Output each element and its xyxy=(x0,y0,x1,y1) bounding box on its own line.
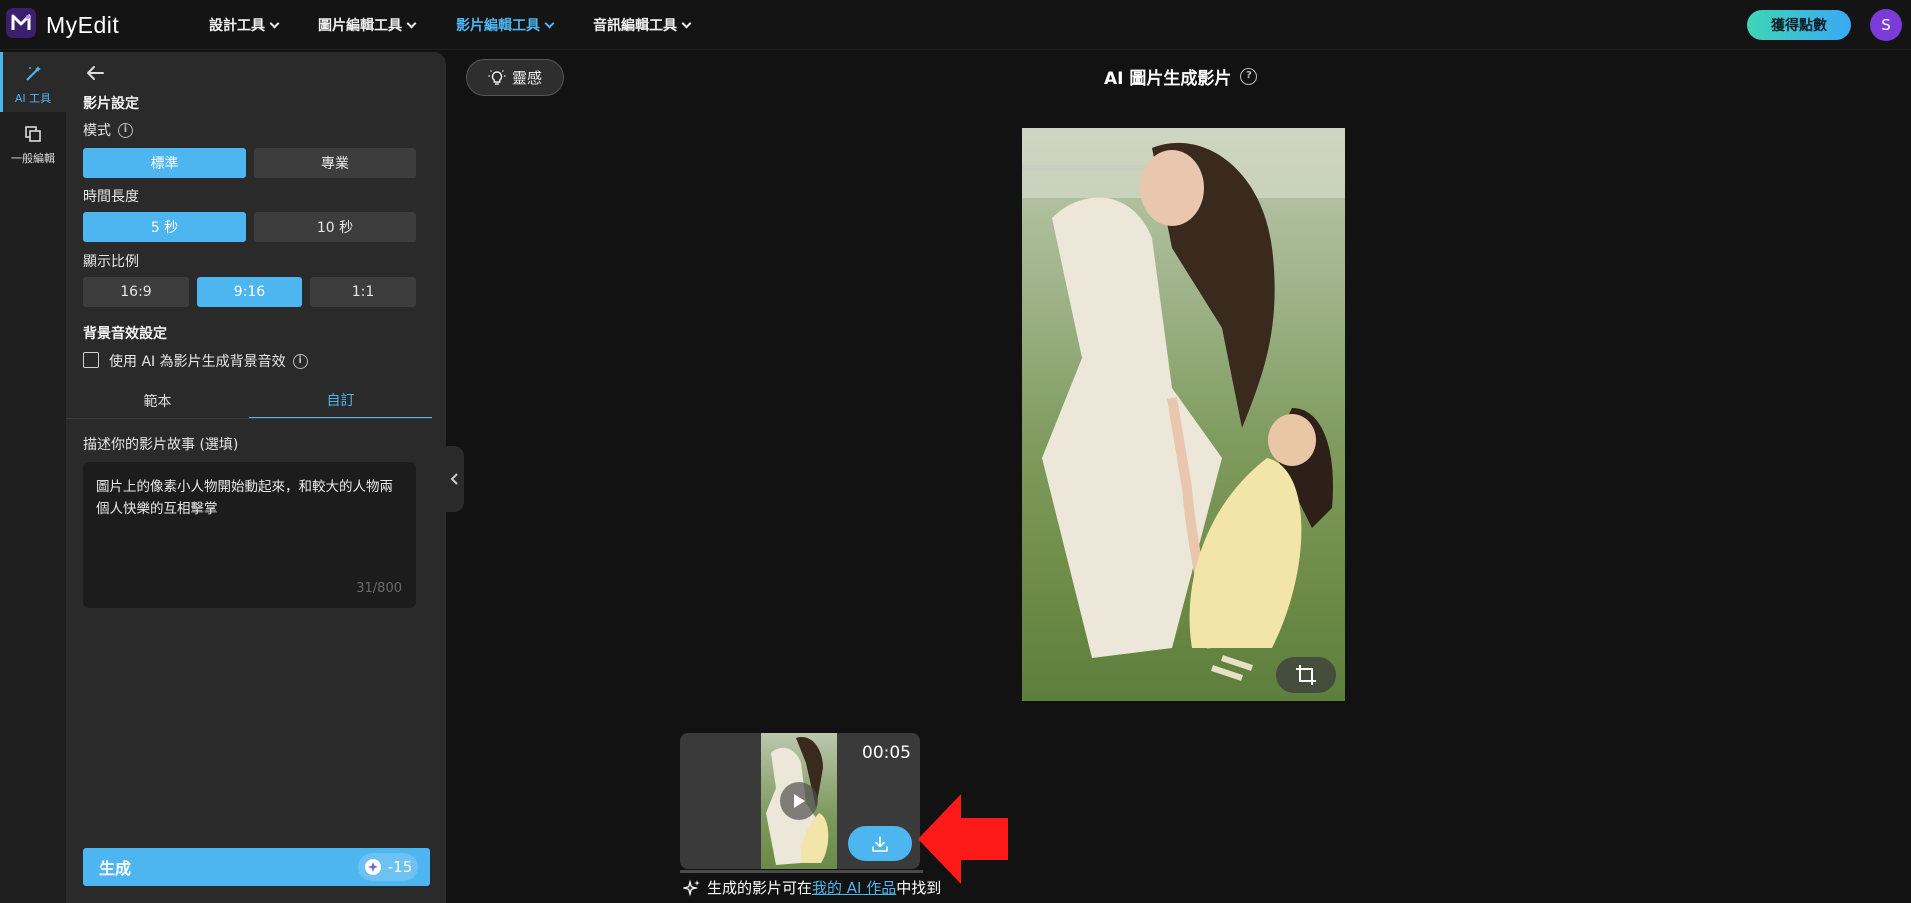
top-bar: MyEdit 設計工具 圖片編輯工具 影片編輯工具 音訊編輯工具 獲得點數 S xyxy=(0,0,1911,50)
chevron-down-icon xyxy=(406,18,417,28)
hint-text: 生成的影片可在我的 AI 作品中找到 xyxy=(683,877,941,898)
info-icon[interactable]: i xyxy=(118,122,133,138)
chevron-down-icon xyxy=(681,18,692,28)
tab-custom[interactable]: 自訂 xyxy=(249,383,432,419)
lightbulb-icon xyxy=(488,69,506,85)
red-arrow-annotation xyxy=(918,794,1008,884)
credit-cost-value: -15 xyxy=(387,858,413,876)
bgm-checkbox-label[interactable]: 使用 AI 為影片生成背景音效 xyxy=(109,351,286,371)
mode-label-row: 模式 i xyxy=(83,120,133,140)
crop-icon xyxy=(1296,665,1316,685)
tab-divider xyxy=(66,418,432,419)
mode-option-standard[interactable]: 標準 xyxy=(83,148,246,178)
duration-option-5s[interactable]: 5 秒 xyxy=(83,212,246,242)
logo-text[interactable]: MyEdit xyxy=(46,12,119,39)
download-icon xyxy=(872,835,888,852)
tool-rail: AI 工具 一般編輯 xyxy=(0,52,66,903)
nav-video-tools[interactable]: 影片編輯工具 xyxy=(456,15,555,35)
rail-item-ai-tools[interactable]: AI 工具 xyxy=(0,52,66,112)
layers-icon xyxy=(25,126,41,142)
get-points-button[interactable]: 獲得點數 xyxy=(1747,10,1851,40)
magic-wand-icon xyxy=(26,66,41,81)
ratio-label: 顯示比例 xyxy=(83,254,139,270)
nav-audio-tools[interactable]: 音訊編輯工具 xyxy=(593,15,692,35)
mode-label: 模式 xyxy=(83,123,111,139)
credit-icon xyxy=(364,859,381,875)
play-button[interactable] xyxy=(780,782,818,820)
story-textarea[interactable]: 圖片上的像素小人物開始動起來，和較大的人物兩個人快樂的互相擊掌 31/800 xyxy=(83,462,416,608)
play-icon xyxy=(794,794,805,808)
image-preview xyxy=(1022,128,1345,701)
generate-button[interactable]: 生成 -15 xyxy=(83,848,430,886)
story-label: 描述你的影片故事 (選填) xyxy=(83,437,239,453)
story-text: 圖片上的像素小人物開始動起來，和較大的人物兩個人快樂的互相擊掌 xyxy=(96,479,393,517)
logo-icon[interactable] xyxy=(6,8,36,38)
nav-image-tools[interactable]: 圖片編輯工具 xyxy=(318,15,417,35)
info-icon[interactable]: i xyxy=(292,353,308,369)
page-title-text: AI 圖片生成影片 xyxy=(1104,69,1232,89)
duration-label: 時間長度 xyxy=(83,189,139,205)
hint-suffix: 中找到 xyxy=(896,879,942,897)
nav-label: 圖片編輯工具 xyxy=(318,18,402,34)
inspiration-button[interactable]: 靈感 xyxy=(466,59,564,96)
bgm-heading: 背景音效設定 xyxy=(83,326,167,342)
video-duration: 00:05 xyxy=(862,743,911,763)
ratio-option-9-16[interactable]: 9:16 xyxy=(197,277,302,307)
rail-item-label: AI 工具 xyxy=(14,92,52,105)
my-ai-works-link[interactable]: 我的 AI 作品 xyxy=(812,879,896,897)
ratio-option-16-9[interactable]: 16:9 xyxy=(83,277,189,307)
collapse-panel-button[interactable] xyxy=(446,446,464,512)
download-button[interactable] xyxy=(848,826,912,861)
rail-item-label: 一般編輯 xyxy=(11,152,55,165)
back-arrow-icon[interactable] xyxy=(84,62,106,84)
tab-template[interactable]: 範本 xyxy=(66,383,249,419)
nav-design-tools[interactable]: 設計工具 xyxy=(209,15,280,35)
nav-label: 音訊編輯工具 xyxy=(593,18,677,34)
nav-label: 影片編輯工具 xyxy=(456,18,540,34)
chevron-down-icon xyxy=(544,18,555,28)
chevron-left-icon xyxy=(450,473,458,485)
video-settings-heading: 影片設定 xyxy=(83,96,139,112)
rail-item-general-edit[interactable]: 一般編輯 xyxy=(0,112,66,172)
ratio-option-1-1[interactable]: 1:1 xyxy=(310,277,416,307)
credit-cost: -15 xyxy=(358,853,418,881)
page-title: AI 圖片生成影片 ? xyxy=(1104,64,1258,89)
sparkle-icon xyxy=(683,879,700,896)
result-divider xyxy=(680,870,923,873)
duration-option-10s[interactable]: 10 秒 xyxy=(254,212,416,242)
mode-option-pro[interactable]: 專業 xyxy=(254,148,416,178)
nav-label: 設計工具 xyxy=(209,18,265,34)
crop-button[interactable] xyxy=(1276,657,1336,693)
avatar[interactable]: S xyxy=(1870,9,1902,41)
preview-photo xyxy=(1022,128,1345,681)
generate-label: 生成 xyxy=(99,859,132,878)
inspiration-label: 靈感 xyxy=(511,69,542,87)
help-icon[interactable]: ? xyxy=(1240,68,1258,85)
chevron-down-icon xyxy=(269,18,280,28)
char-counter: 31/800 xyxy=(356,581,402,596)
bgm-checkbox-row: 使用 AI 為影片生成背景音效 i xyxy=(109,351,308,371)
bgm-checkbox[interactable] xyxy=(83,352,99,368)
result-video-card[interactable]: 00:05 xyxy=(680,733,920,869)
hint-prefix: 生成的影片可在 xyxy=(707,879,813,897)
